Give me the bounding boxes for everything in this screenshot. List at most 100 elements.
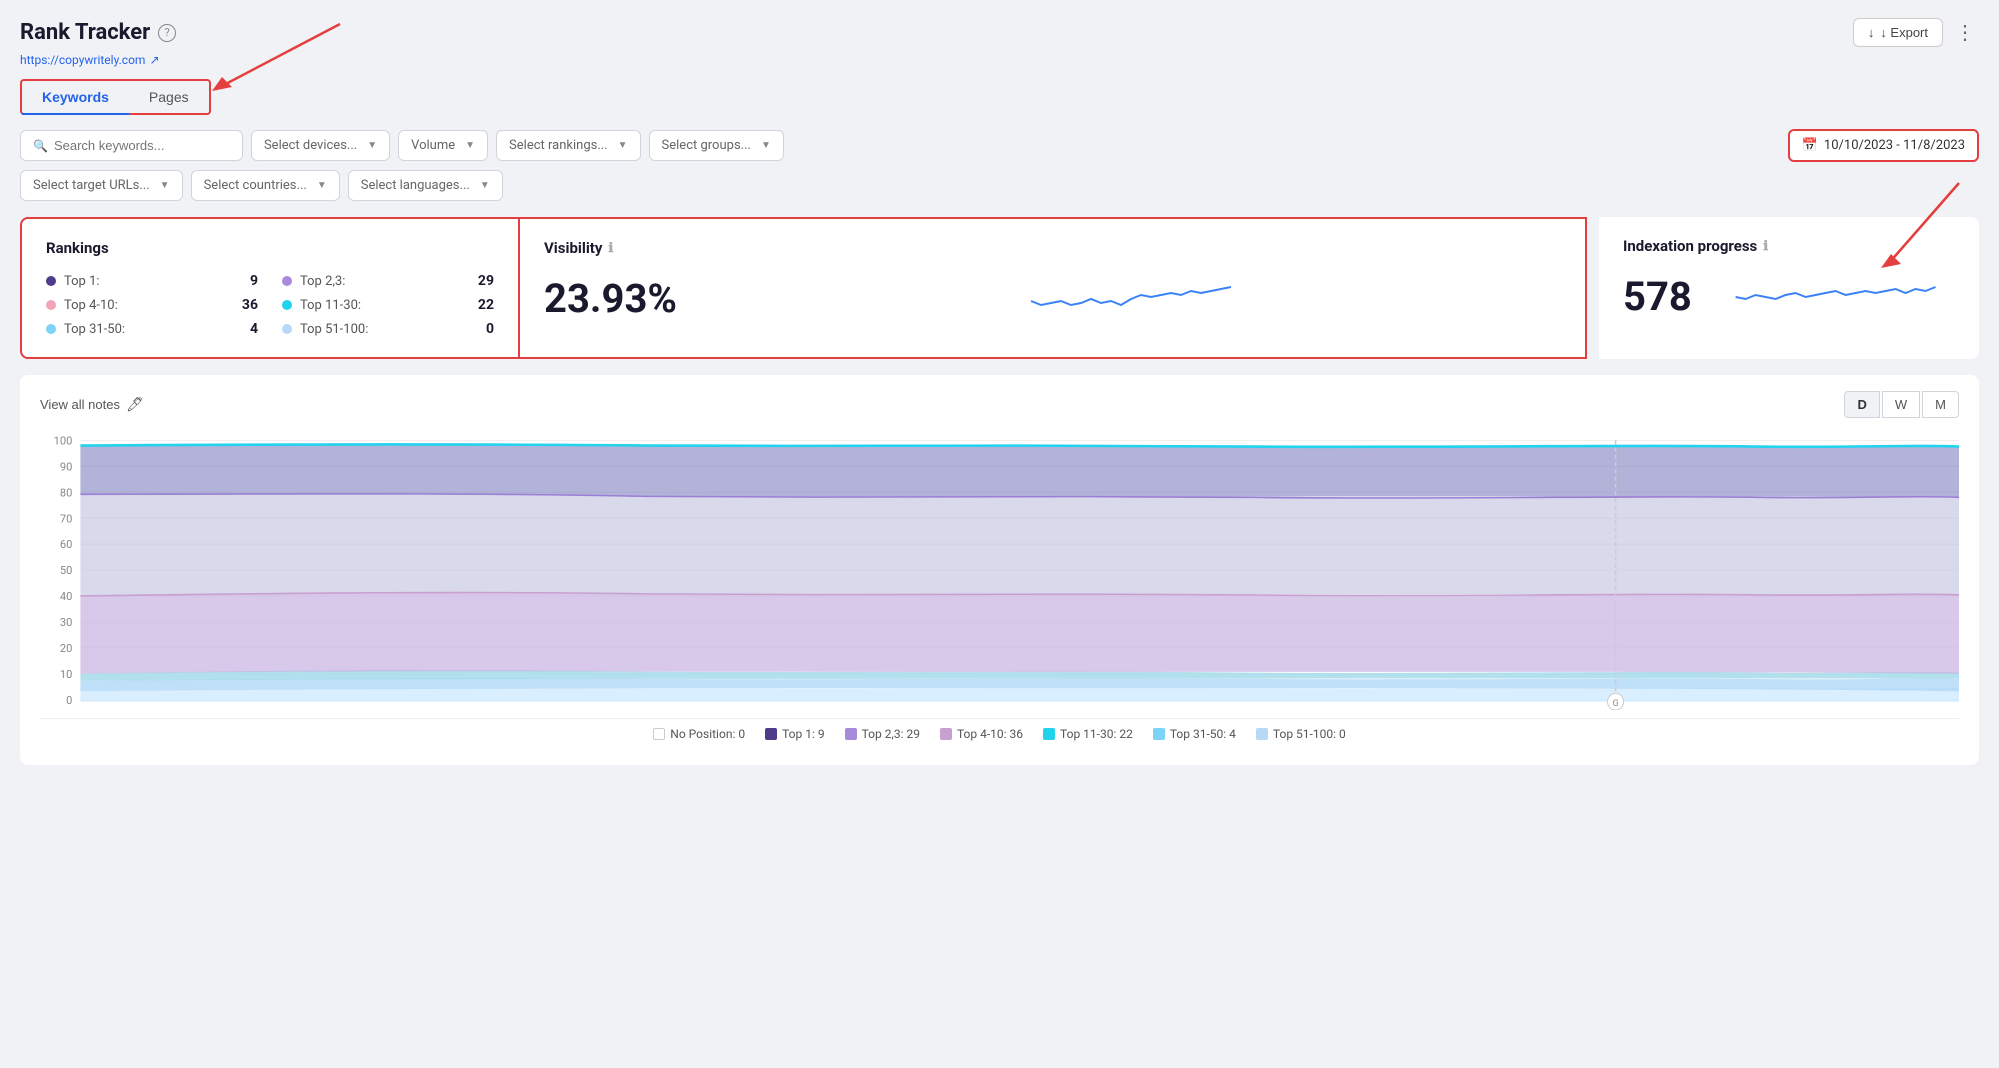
chart-svg: 100 90 80 70 60 50 40 30 20 10 0 (40, 430, 1959, 710)
date-range-picker[interactable]: 📅 10/10/2023 - 11/8/2023 (1788, 129, 1979, 162)
indexation-info-icon[interactable]: ℹ (1763, 239, 1768, 254)
chart-section: View all notes 🖊 D W M 100 90 80 70 60 5… (20, 375, 1979, 765)
ranking-top31-50: Top 31-50: 4 (46, 321, 258, 337)
legend-top31-50[interactable]: Top 31-50: 4 (1153, 727, 1236, 741)
languages-chevron: ▼ (480, 180, 490, 191)
rankings-title: Rankings (46, 239, 494, 257)
filters-row-1: 🔍 Select devices... ▼ Volume ▼ Select ra… (20, 129, 1979, 162)
legend-top51-100[interactable]: Top 51-100: 0 (1256, 727, 1346, 741)
svg-text:Oct 18: Oct 18 (569, 708, 601, 710)
legend-label-top31-50: Top 31-50: 4 (1170, 727, 1236, 741)
export-label: ↓ Export (1880, 25, 1928, 40)
external-link-icon: ↗ (149, 53, 159, 67)
time-buttons: D W M (1844, 391, 1959, 418)
dot-top51-100 (282, 324, 292, 334)
export-button[interactable]: ↓ ↓ Export (1853, 18, 1943, 47)
countries-chevron: ▼ (317, 180, 327, 191)
legend-top4-10[interactable]: Top 4-10: 36 (940, 727, 1023, 741)
tab-pages[interactable]: Pages (129, 81, 209, 113)
legend-checkbox-top1[interactable] (765, 728, 777, 740)
time-button-m[interactable]: M (1922, 391, 1959, 418)
svg-text:Nov 1: Nov 1 (1455, 708, 1484, 710)
legend-label-no-position: No Position: 0 (670, 727, 745, 741)
legend-label-top51-100: Top 51-100: 0 (1273, 727, 1346, 741)
time-button-w[interactable]: W (1882, 391, 1920, 418)
svg-text:40: 40 (60, 590, 72, 603)
view-all-notes-button[interactable]: View all notes 🖊 (40, 392, 144, 417)
visibility-value: 23.93% (544, 275, 677, 322)
indexation-content: 578 (1623, 271, 1955, 321)
svg-text:Oct 28: Oct 28 (1200, 708, 1232, 710)
rankings-grid: Top 1: 9 Top 2,3: 29 Top 4-10: 36 Top 11… (46, 273, 494, 337)
legend-checkbox-no-position[interactable] (653, 728, 665, 740)
target-urls-label: Select target URLs... (33, 178, 150, 193)
legend-top1[interactable]: Top 1: 9 (765, 727, 825, 741)
help-icon[interactable]: ? (158, 24, 176, 42)
svg-text:50: 50 (60, 564, 72, 577)
target-urls-filter[interactable]: Select target URLs... ▼ (20, 170, 183, 201)
countries-filter[interactable]: Select countries... ▼ (191, 170, 340, 201)
legend-label-top11-30: Top 11-30: 22 (1060, 727, 1133, 741)
tabs: Keywords Pages (22, 81, 209, 113)
svg-text:100: 100 (54, 434, 73, 447)
indexation-card: Indexation progress ℹ 578 (1599, 217, 1979, 359)
svg-text:80: 80 (60, 486, 72, 499)
svg-text:90: 90 (60, 460, 72, 473)
svg-text:Oct 12: Oct 12 (190, 708, 222, 710)
legend-label-top4-10: Top 4-10: 36 (957, 727, 1023, 741)
site-url-link[interactable]: https://copywritely.com ↗ (20, 53, 1979, 67)
legend-checkbox-top23[interactable] (845, 728, 857, 740)
view-notes-label: View all notes (40, 397, 120, 412)
svg-text:Oct 16: Oct 16 (443, 708, 475, 710)
languages-label: Select languages... (361, 178, 470, 193)
visibility-title: Visibility ℹ (544, 239, 1561, 257)
groups-label: Select groups... (662, 138, 751, 153)
filters-row-2: Select target URLs... ▼ Select countries… (20, 170, 1979, 201)
dot-top11-30 (282, 300, 292, 310)
visibility-content: 23.93% (544, 273, 1561, 323)
ranking-top51-100: Top 51-100: 0 (282, 321, 494, 337)
rankings-card: Rankings Top 1: 9 Top 2,3: 29 Top 4-10: … (20, 217, 520, 359)
legend-label-top23: Top 2,3: 29 (862, 727, 920, 741)
rankings-chevron: ▼ (618, 140, 628, 151)
rankings-filter[interactable]: Select rankings... ▼ (496, 130, 640, 161)
visibility-card: Visibility ℹ 23.93% (520, 217, 1587, 359)
svg-text:Nov 5: Nov 5 (1707, 708, 1736, 710)
svg-text:Oct 22: Oct 22 (822, 708, 854, 710)
groups-filter[interactable]: Select groups... ▼ (649, 130, 784, 161)
calendar-icon: 📅 (1802, 138, 1818, 153)
legend-checkbox-top51-100[interactable] (1256, 728, 1268, 740)
groups-chevron: ▼ (761, 140, 771, 151)
volume-filter[interactable]: Volume ▼ (398, 130, 488, 161)
languages-filter[interactable]: Select languages... ▼ (348, 170, 503, 201)
more-options-button[interactable]: ⋮ (1951, 16, 1979, 49)
target-urls-chevron: ▼ (160, 180, 170, 191)
svg-text:Oct 14: Oct 14 (317, 708, 350, 710)
svg-text:20: 20 (60, 642, 72, 655)
search-input[interactable] (54, 138, 230, 153)
legend-checkbox-top4-10[interactable] (940, 728, 952, 740)
time-button-d[interactable]: D (1844, 391, 1879, 418)
legend-checkbox-top11-30[interactable] (1043, 728, 1055, 740)
legend-checkbox-top31-50[interactable] (1153, 728, 1165, 740)
svg-text:Nov 7: Nov 7 (1834, 708, 1863, 710)
search-input-wrapper[interactable]: 🔍 (20, 130, 243, 161)
chart-toolbar: View all notes 🖊 D W M (40, 391, 1959, 418)
svg-text:G: G (1613, 698, 1619, 709)
volume-chevron: ▼ (465, 140, 475, 151)
legend-top11-30[interactable]: Top 11-30: 22 (1043, 727, 1133, 741)
legend-no-position[interactable]: No Position: 0 (653, 727, 745, 741)
header-right: ↓ ↓ Export ⋮ (1853, 16, 1979, 49)
legend-top23[interactable]: Top 2,3: 29 (845, 727, 920, 741)
indexation-title: Indexation progress ℹ (1623, 237, 1955, 255)
visibility-sparkline (701, 273, 1561, 323)
svg-text:10: 10 (60, 668, 72, 681)
header-left: Rank Tracker ? (20, 20, 176, 45)
date-range-value: 10/10/2023 - 11/8/2023 (1824, 138, 1965, 153)
export-icon: ↓ (1868, 25, 1875, 40)
visibility-info-icon[interactable]: ℹ (608, 241, 613, 256)
svg-text:Oct 10: Oct 10 (64, 708, 96, 710)
devices-filter[interactable]: Select devices... ▼ (251, 130, 390, 161)
tab-keywords[interactable]: Keywords (22, 81, 129, 113)
svg-text:0: 0 (66, 694, 72, 707)
